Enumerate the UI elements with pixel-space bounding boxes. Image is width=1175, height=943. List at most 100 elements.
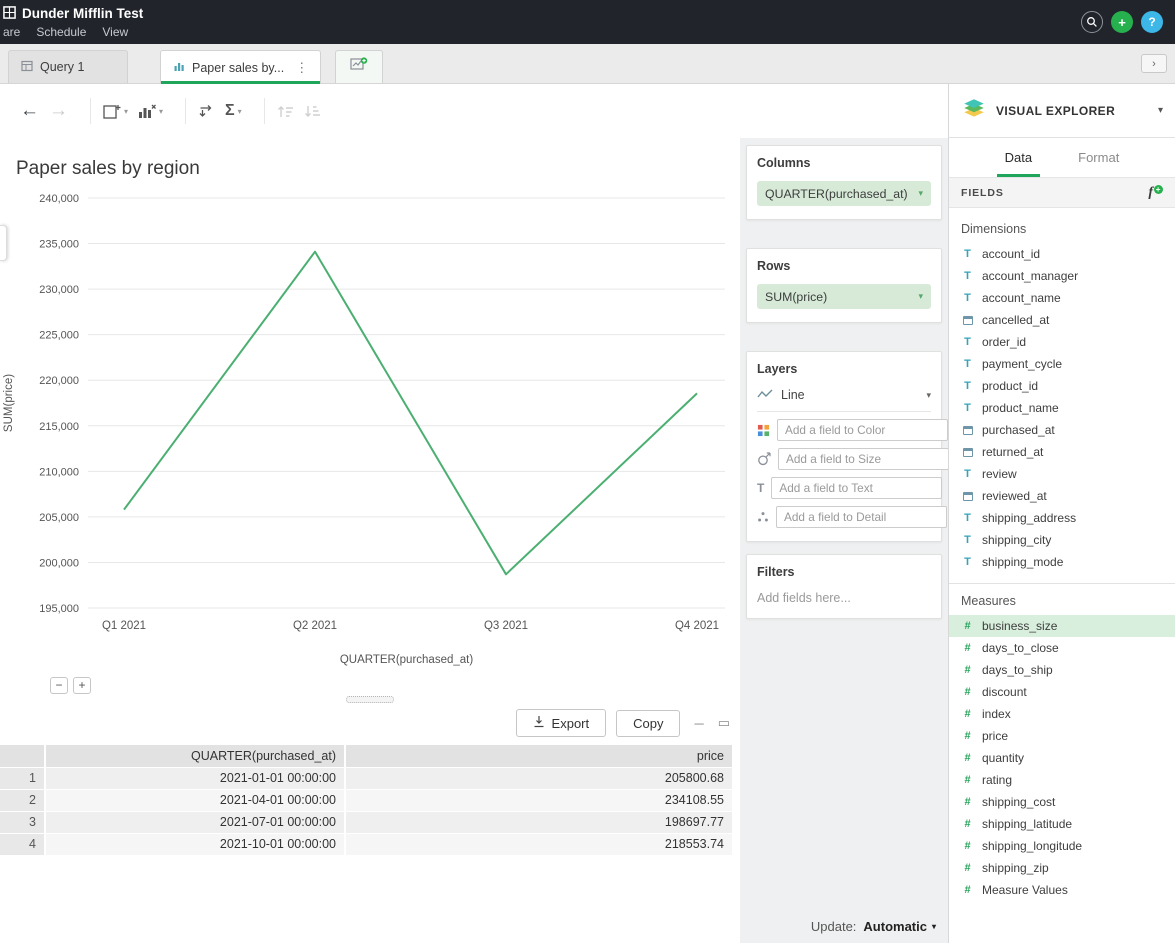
rows-pill[interactable]: SUM(price) ▾ [757,284,931,309]
dimension-item[interactable]: T cancelled_at [949,309,1175,331]
measure-item[interactable]: # shipping_cost [949,791,1175,813]
sort-descending-icon[interactable] [304,104,321,119]
aggregate-sigma-icon[interactable]: Σ ▾ [225,102,242,120]
update-control: Update: Automatic ▾ [805,909,942,943]
measure-item[interactable]: # shipping_zip [949,857,1175,879]
dimension-item[interactable]: T shipping_address [949,507,1175,529]
dimension-item[interactable]: T reviewed_at [949,485,1175,507]
dimension-name: account_manager [982,269,1078,283]
measure-item[interactable]: # price [949,725,1175,747]
zoom-out-button[interactable]: − [50,677,68,694]
svg-text:230,000: 230,000 [39,284,79,296]
filters-label: Filters [757,565,931,579]
dimension-item[interactable]: T shipping_city [949,529,1175,551]
tab-format[interactable]: Format [1070,138,1127,177]
dimension-item[interactable]: T shipping_mode [949,551,1175,573]
dimension-item[interactable]: T returned_at [949,441,1175,463]
dimension-name: account_name [982,291,1061,305]
tab-data[interactable]: Data [997,138,1040,177]
help-icon[interactable]: ? [1141,11,1163,33]
bar-chart-icon [173,60,185,75]
add-chart-icon[interactable]: ▾ [103,103,128,120]
zoom-in-button[interactable]: + [73,677,91,694]
window-icon[interactable]: ▭ [718,715,730,731]
dimension-item[interactable]: T product_id [949,375,1175,397]
layers-cube-icon [961,98,987,124]
app-logo-icon [3,6,16,22]
chevron-down-icon[interactable]: ▾ [1158,105,1163,116]
back-arrow-icon[interactable]: ← [20,100,39,122]
svg-text:240,000: 240,000 [39,193,79,205]
copy-button[interactable]: Copy [616,710,680,737]
cell-price: 234108.55 [345,789,733,811]
detail-field-input[interactable] [776,506,947,528]
cell-quarter: 2021-01-01 00:00:00 [45,767,345,789]
measure-item[interactable]: # discount [949,681,1175,703]
result-actions: Export Copy ─ ▭ [0,703,740,743]
menu-item-view[interactable]: View [102,25,128,39]
measure-item[interactable]: # shipping_latitude [949,813,1175,835]
chevron-down-icon[interactable]: ▾ [918,291,923,302]
add-calculated-field-icon[interactable]: f+ [1148,185,1163,201]
visual-explorer-header[interactable]: VISUAL EXPLORER ▾ [949,84,1175,138]
export-button[interactable]: Export [516,709,607,737]
dimension-item[interactable]: T product_name [949,397,1175,419]
dimension-item[interactable]: T account_name [949,287,1175,309]
cell-price: 205800.68 [345,767,733,789]
svg-text:SUM(price): SUM(price) [3,374,15,432]
dimension-item[interactable]: T account_manager [949,265,1175,287]
collapsed-panel-handle[interactable] [0,225,7,261]
measure-item[interactable]: # quantity [949,747,1175,769]
export-icon [533,715,545,731]
tab-label: Paper sales by... [192,61,284,75]
tab-query-1[interactable]: Query 1 [8,50,128,84]
table-icon [21,60,33,75]
field-type-icon: T [961,512,974,524]
table-row: 1 2021-01-01 00:00:00 205800.68 [0,767,733,789]
chevron-right-icon: › [1152,58,1156,70]
field-type-icon: T [961,448,974,457]
sort-ascending-icon[interactable] [277,104,294,119]
new-chart-tab-button[interactable] [335,50,383,84]
text-field-input[interactable] [771,477,942,499]
svg-text:215,000: 215,000 [39,421,79,433]
size-field-input[interactable] [778,448,949,470]
dimension-item[interactable]: T order_id [949,331,1175,353]
measure-item[interactable]: # shipping_longitude [949,835,1175,857]
minimize-icon[interactable]: ─ [694,716,703,731]
dimension-item[interactable]: T review [949,463,1175,485]
color-field-input[interactable] [777,419,948,441]
measure-item[interactable]: # days_to_ship [949,659,1175,681]
columns-pill[interactable]: QUARTER(purchased_at) ▾ [757,181,931,206]
add-icon[interactable]: + [1111,11,1133,33]
dimension-item[interactable]: T purchased_at [949,419,1175,441]
rows-shelf: Rows SUM(price) ▾ [746,248,942,323]
size-icon [757,452,771,466]
chevron-down-icon[interactable]: ▾ [926,390,931,401]
new-chart-plus-icon [350,57,368,77]
menu-item-share[interactable]: are [3,25,20,39]
chevron-down-icon[interactable]: ▾ [918,188,923,199]
dimension-item[interactable]: T payment_cycle [949,353,1175,375]
forward-arrow-icon[interactable]: → [49,100,68,122]
expand-tabs-button[interactable]: › [1141,54,1167,73]
transform-icon[interactable] [198,103,215,119]
measure-item[interactable]: # business_size [949,615,1175,637]
clear-chart-icon[interactable]: ▾ [138,103,163,120]
tab-paper-sales[interactable]: Paper sales by... ⋮ [160,50,321,84]
layer-type-select[interactable]: Line ▾ [757,388,931,412]
measure-item[interactable]: # days_to_close [949,637,1175,659]
filters-drop-zone[interactable]: Add fields here... [757,591,931,605]
row-number: 1 [0,767,45,789]
measure-item[interactable]: # Measure Values [949,879,1175,901]
menu-item-schedule[interactable]: Schedule [36,25,86,39]
dimension-name: review [982,467,1017,481]
update-mode-select[interactable]: Automatic ▾ [863,919,936,934]
kebab-icon[interactable]: ⋮ [295,60,308,76]
measure-item[interactable]: # index [949,703,1175,725]
search-icon[interactable] [1081,11,1103,33]
layers-label: Layers [757,362,931,376]
measure-item[interactable]: # rating [949,769,1175,791]
dimension-item[interactable]: T account_id [949,243,1175,265]
resize-handle[interactable] [346,696,394,703]
